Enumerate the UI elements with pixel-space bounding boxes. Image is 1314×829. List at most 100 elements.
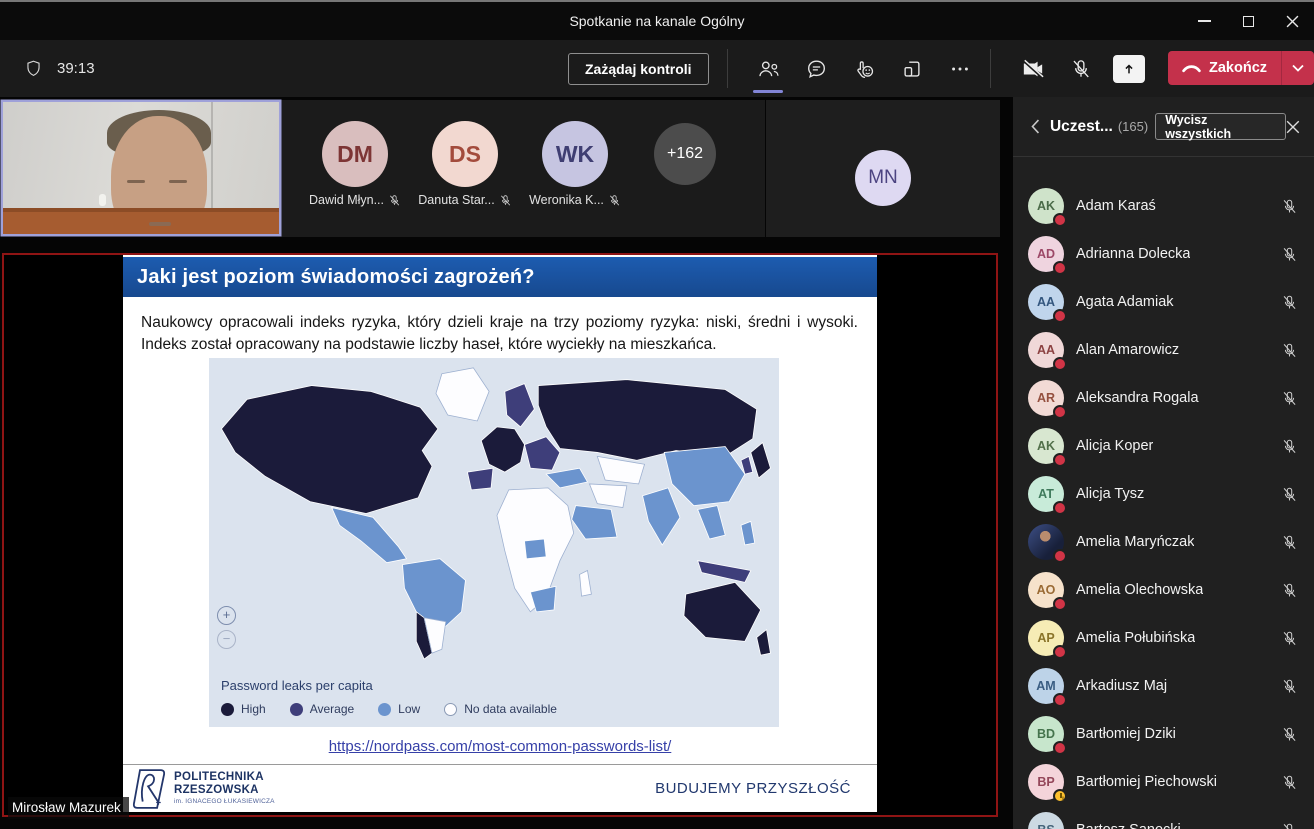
mic-off-icon[interactable] xyxy=(1281,678,1298,695)
mute-all-button[interactable]: Wycisz wszystkich xyxy=(1155,113,1286,140)
main-video-tile[interactable]: MN xyxy=(766,100,1000,237)
participant-row[interactable]: AA Alan Amarowicz xyxy=(1013,326,1314,374)
participant-row[interactable]: BD Bartłomiej Dziki xyxy=(1013,710,1314,758)
map-region-north-america xyxy=(221,386,437,514)
world-map: + − Password leaks per capita HighAverag… xyxy=(209,358,779,727)
chevron-down-icon[interactable] xyxy=(1281,51,1314,85)
participant-row[interactable]: AA Agata Adamiak xyxy=(1013,278,1314,326)
map-region-iberia xyxy=(467,468,493,490)
avatar: AD xyxy=(1028,236,1064,272)
participant-name: Agata Adamiak xyxy=(1076,294,1174,310)
mic-off-icon[interactable] xyxy=(1281,342,1298,359)
participant-row[interactable]: BP Bartłomiej Piechowski xyxy=(1013,758,1314,806)
presenter-video-tile[interactable] xyxy=(3,102,279,234)
participant-row[interactable]: AK Alicja Koper xyxy=(1013,422,1314,470)
presenter-name-tag: Mirosław Mazurek xyxy=(8,797,129,819)
end-call-button[interactable]: Zakończ xyxy=(1168,51,1314,85)
filmstrip-participant-tile[interactable]: DM Dawid Młyn... xyxy=(300,100,410,237)
participant-row[interactable]: AM Arkadiusz Maj xyxy=(1013,662,1314,710)
avatar: DS xyxy=(432,121,498,187)
filmstrip-participant-tile[interactable]: DS Danuta Star... xyxy=(410,100,520,237)
participant-row[interactable]: AR Aleksandra Rogala xyxy=(1013,374,1314,422)
back-icon[interactable] xyxy=(1031,119,1040,134)
filmstrip-overflow-tile[interactable]: +162 xyxy=(630,100,740,237)
mic-off-icon[interactable] xyxy=(1281,582,1298,599)
map-region-new-zealand xyxy=(757,630,771,656)
map-legend-items: HighAverageLowNo data available xyxy=(221,702,557,716)
mic-off-icon[interactable] xyxy=(1281,726,1298,743)
avatar: AO xyxy=(1028,572,1064,608)
mic-off-icon[interactable] xyxy=(1281,294,1298,311)
map-region-australia xyxy=(684,582,761,641)
participant-name: Adrianna Dolecka xyxy=(1076,246,1190,262)
map-zoom-in-button[interactable]: + xyxy=(217,606,236,625)
slide-link[interactable]: https://nordpass.com/most-common-passwor… xyxy=(329,738,672,755)
share-icon[interactable] xyxy=(1105,40,1153,97)
participants-header: Uczest... (165) Wycisz wszystkich xyxy=(1013,97,1314,157)
mic-off-icon[interactable] xyxy=(1281,438,1298,455)
participant-row[interactable]: AP Amelia Połubińska xyxy=(1013,614,1314,662)
participant-name: Adam Karaś xyxy=(1076,198,1156,214)
window-top-edge xyxy=(0,0,1314,2)
close-icon[interactable] xyxy=(1270,2,1314,40)
meeting-toolbar: 39:13 Zażądaj kontroli xyxy=(0,40,1314,97)
teams-meeting-window: Spotkanie na kanale Ogólny 39:13 Zażądaj… xyxy=(0,0,1314,829)
legend-item-low: Low xyxy=(378,702,420,716)
chat-icon[interactable] xyxy=(792,40,840,97)
participant-row[interactable]: AK Adam Karaś xyxy=(1013,182,1314,230)
mic-off-icon[interactable] xyxy=(1057,40,1105,97)
map-region-madagascar xyxy=(580,571,592,597)
status-badge xyxy=(1053,213,1067,227)
status-badge xyxy=(1053,309,1067,323)
map-region-philippines xyxy=(741,521,755,545)
participant-name: Amelia Połubińska xyxy=(1076,630,1195,646)
participant-name: Alan Amarowicz xyxy=(1076,342,1179,358)
reactions-icon[interactable] xyxy=(840,40,888,97)
mic-off-icon[interactable] xyxy=(1281,198,1298,215)
participant-row[interactable]: Amelia Maryńczak xyxy=(1013,518,1314,566)
mic-off-icon[interactable] xyxy=(1281,630,1298,647)
mic-off-icon[interactable] xyxy=(1281,822,1298,829)
status-badge xyxy=(1053,693,1067,707)
map-region-southeast-asia xyxy=(698,506,726,539)
map-region-middle-east xyxy=(589,484,626,508)
legend-label: No data available xyxy=(464,702,557,716)
participant-row[interactable]: BS Bartosz Sanocki xyxy=(1013,806,1314,829)
mic-off-icon[interactable] xyxy=(1281,774,1298,791)
participant-row[interactable]: AT Alicja Tysz xyxy=(1013,470,1314,518)
panel-close-icon[interactable] xyxy=(1286,120,1300,134)
slide-footer-slogan: BUDUJEMY PRZYSZŁOŚĆ xyxy=(655,780,851,797)
avatar: AA xyxy=(1028,332,1064,368)
logo-text-line1: POLITECHNIKA xyxy=(174,771,275,784)
mic-off-icon[interactable] xyxy=(1281,246,1298,263)
participant-row[interactable]: AO Amelia Olechowska xyxy=(1013,566,1314,614)
legend-dot xyxy=(378,703,391,716)
maximize-icon[interactable] xyxy=(1226,2,1270,40)
mic-off-icon[interactable] xyxy=(1281,486,1298,503)
participant-name: Amelia Maryńczak xyxy=(1076,534,1194,550)
filmstrip-participant-tile[interactable]: WK Weronika K... xyxy=(520,100,630,237)
legend-label: Low xyxy=(398,702,420,716)
participant-name: Alicja Koper xyxy=(1076,438,1153,454)
status-badge xyxy=(1053,645,1067,659)
map-zoom-out-button[interactable]: − xyxy=(217,630,236,649)
request-control-button[interactable]: Zażądaj kontroli xyxy=(568,53,709,85)
people-icon[interactable] xyxy=(744,40,792,97)
rooms-icon[interactable] xyxy=(888,40,936,97)
more-icon[interactable] xyxy=(936,40,984,97)
avatar: AP xyxy=(1028,620,1064,656)
legend-item-high: High xyxy=(221,702,266,716)
toolbar-divider xyxy=(727,49,728,88)
mic-off-icon[interactable] xyxy=(1281,534,1298,551)
map-region-turkey xyxy=(546,468,587,488)
logo-text-line2: RZESZOWSKA xyxy=(174,784,275,797)
mic-off-icon[interactable] xyxy=(1281,390,1298,407)
toolbar-divider xyxy=(990,49,991,88)
minimize-icon[interactable] xyxy=(1182,2,1226,40)
camera-off-icon[interactable] xyxy=(1009,40,1057,97)
titlebar[interactable]: Spotkanie na kanale Ogólny xyxy=(0,0,1314,40)
shared-slide: Jaki jest poziom świadomości zagrożeń? N… xyxy=(123,255,877,812)
participant-row[interactable]: AD Adrianna Dolecka xyxy=(1013,230,1314,278)
avatar: AR xyxy=(1028,380,1064,416)
avatar: AA xyxy=(1028,284,1064,320)
